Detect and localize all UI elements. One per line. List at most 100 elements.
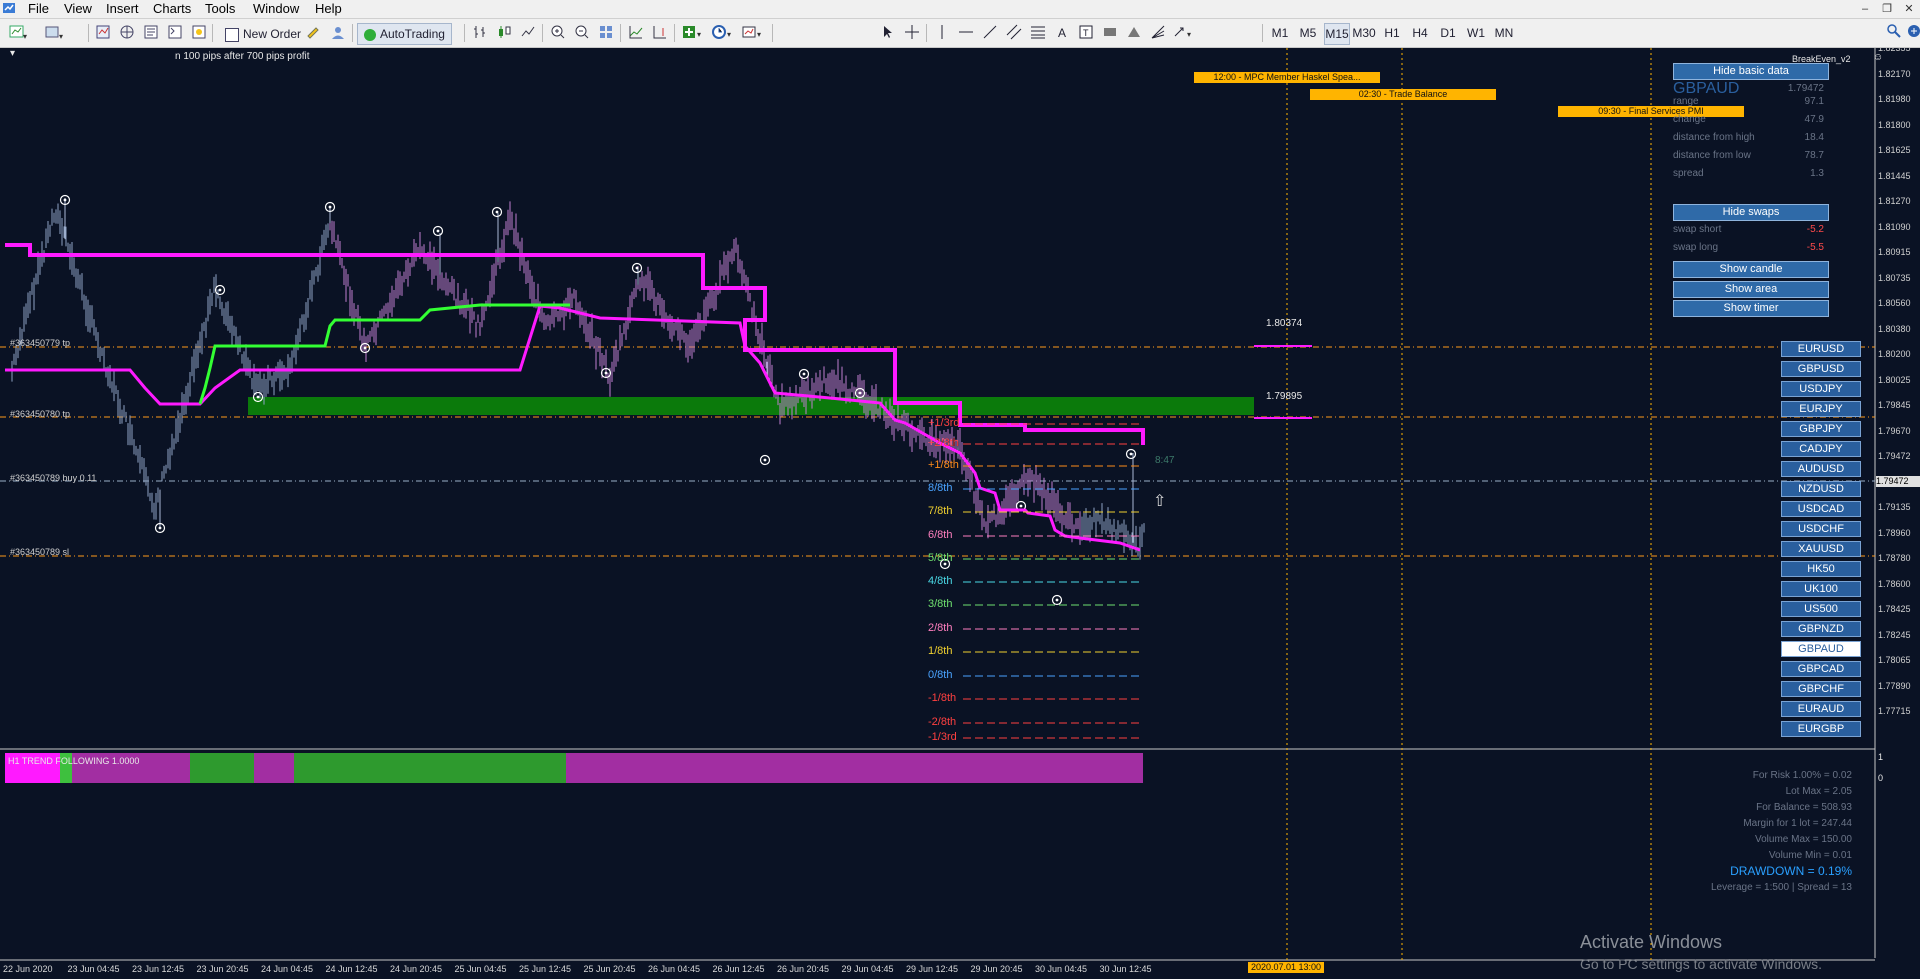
channel-icon[interactable] xyxy=(1004,23,1024,43)
chart-window[interactable]: n 100 pips after 700 pips profit BreakEv… xyxy=(0,48,1920,979)
pair-button-gbpcad[interactable]: GBPCAD xyxy=(1781,661,1861,677)
fractal-dot xyxy=(635,266,639,270)
tf-m30[interactable]: M30 xyxy=(1352,23,1376,43)
tf-m5[interactable]: M5 xyxy=(1298,23,1318,43)
pair-button-hk50[interactable]: HK50 xyxy=(1781,561,1861,577)
rectangle-icon[interactable] xyxy=(1100,23,1120,43)
trendline-icon[interactable] xyxy=(980,23,1000,43)
price-axis-label: 1.79670 xyxy=(1878,425,1911,436)
menu-file[interactable]: File xyxy=(28,1,49,16)
profiles-icon[interactable]: ▾ xyxy=(44,23,64,43)
navigator-icon[interactable] xyxy=(141,23,161,43)
info-dist-high-value: 18.4 xyxy=(1804,132,1824,143)
pair-button-gbpaud[interactable]: GBPAUD xyxy=(1781,641,1861,657)
show-timer-button[interactable]: Show timer xyxy=(1673,300,1829,317)
pair-button-euraud[interactable]: EURAUD xyxy=(1781,701,1861,717)
new-order-button[interactable]: New Order xyxy=(218,23,308,45)
tf-w1[interactable]: W1 xyxy=(1466,23,1486,43)
show-area-button[interactable]: Show area xyxy=(1673,281,1829,298)
restore-icon[interactable]: ❐ xyxy=(1876,0,1898,18)
vertical-line-icon[interactable] xyxy=(932,23,952,43)
menu-tools[interactable]: Tools xyxy=(205,1,235,16)
menu-window[interactable]: Window xyxy=(253,1,299,16)
fibo-fan-icon[interactable] xyxy=(1148,23,1168,43)
line-chart-icon[interactable] xyxy=(518,23,538,43)
tf-mn[interactable]: MN xyxy=(1494,23,1514,43)
text-label-icon[interactable]: T xyxy=(1076,23,1096,43)
cursor-icon[interactable] xyxy=(878,23,898,43)
data-window-icon[interactable] xyxy=(117,23,137,43)
metaeditor-icon[interactable] xyxy=(304,23,324,43)
zoom-in-icon[interactable] xyxy=(548,23,568,43)
pair-button-usdjpy[interactable]: USDJPY xyxy=(1781,381,1861,397)
pair-button-uk100[interactable]: UK100 xyxy=(1781,581,1861,597)
event-pmi[interactable]: 09:30 - Final Services PMI xyxy=(1558,106,1744,117)
tf-h4[interactable]: H4 xyxy=(1410,23,1430,43)
time-axis-label: 25 Jun 12:45 xyxy=(519,964,572,974)
text-tool-icon[interactable]: A xyxy=(1052,23,1072,43)
community-icon[interactable] xyxy=(1904,23,1920,43)
periods-icon[interactable]: ▾ xyxy=(710,23,736,43)
tf-h1[interactable]: H1 xyxy=(1382,23,1402,43)
autotrading-button[interactable]: AutoTrading xyxy=(357,23,452,45)
risk-line3: For Balance = 508.93 xyxy=(1756,802,1852,813)
pair-button-audusd[interactable]: AUDUSD xyxy=(1781,461,1861,477)
minimize-icon[interactable]: – xyxy=(1854,0,1876,18)
terminal-icon[interactable] xyxy=(165,23,185,43)
menu-help[interactable]: Help xyxy=(315,1,342,16)
tf-m1[interactable]: M1 xyxy=(1270,23,1290,43)
crosshair-icon[interactable] xyxy=(902,23,922,43)
search-icon[interactable] xyxy=(1884,23,1904,43)
chart-menu-icon[interactable]: ▾ xyxy=(10,48,15,59)
tf-d1[interactable]: D1 xyxy=(1438,23,1458,43)
tile-windows-icon[interactable] xyxy=(596,23,616,43)
bar-chart-icon[interactable] xyxy=(470,23,490,43)
pair-button-nzdusd[interactable]: NZDUSD xyxy=(1781,481,1861,497)
symbol-price: 1.79472 xyxy=(1787,83,1824,94)
current-price-label: 1.79472 xyxy=(1876,476,1920,487)
templates-icon[interactable]: ▾ xyxy=(740,23,766,43)
hide-swaps-button[interactable]: Hide swaps xyxy=(1673,204,1829,221)
zoom-out-icon[interactable] xyxy=(572,23,592,43)
pair-button-xauusd[interactable]: XAUUSD xyxy=(1781,541,1861,557)
close-icon[interactable]: ✕ xyxy=(1898,0,1920,18)
candle-timer: 8:47 xyxy=(1155,455,1175,466)
arrows-icon[interactable]: ▾ xyxy=(1172,23,1198,43)
chart-shift-icon[interactable] xyxy=(650,23,670,43)
show-candle-button[interactable]: Show candle xyxy=(1673,261,1829,278)
toolbar: ▾ ▾ New Order AutoTrading ▾ ▾ ▾ A T ▾ M1… xyxy=(0,19,1920,48)
pair-button-gbpchf[interactable]: GBPCHF xyxy=(1781,681,1861,697)
pair-button-gbpjpy[interactable]: GBPJPY xyxy=(1781,421,1861,437)
pair-button-usdcad[interactable]: USDCAD xyxy=(1781,501,1861,517)
price-chart[interactable] xyxy=(0,48,1920,979)
event-mpc[interactable]: 12:00 - MPC Member Haskel Spea... xyxy=(1194,72,1380,83)
pair-button-cadjpy[interactable]: CADJPY xyxy=(1781,441,1861,457)
pair-button-gbpusd[interactable]: GBPUSD xyxy=(1781,361,1861,377)
indicators-icon[interactable]: ▾ xyxy=(680,23,706,43)
triangle-icon[interactable] xyxy=(1124,23,1144,43)
menu-insert[interactable]: Insert xyxy=(106,1,139,16)
menu-charts[interactable]: Charts xyxy=(153,1,191,16)
pair-button-eurusd[interactable]: EURUSD xyxy=(1781,341,1861,357)
price-axis-label: 1.79845 xyxy=(1878,400,1911,410)
strategy-tester-icon[interactable] xyxy=(189,23,209,43)
fractal-dot xyxy=(1129,452,1133,456)
event-trade-balance[interactable]: 02:30 - Trade Balance xyxy=(1310,89,1496,100)
candlestick-icon[interactable] xyxy=(494,23,514,43)
hide-basic-data-button[interactable]: Hide basic data xyxy=(1673,63,1829,80)
pair-button-eurjpy[interactable]: EURJPY xyxy=(1781,401,1861,417)
autoscroll-icon[interactable] xyxy=(626,23,646,43)
tf-m15[interactable]: M15 xyxy=(1324,23,1350,45)
fibonacci-icon[interactable] xyxy=(1028,23,1048,43)
menu-view[interactable]: View xyxy=(64,1,92,16)
new-order-icon xyxy=(225,27,239,42)
pair-button-gbpnzd[interactable]: GBPNZD xyxy=(1781,621,1861,637)
pair-button-us500[interactable]: US500 xyxy=(1781,601,1861,617)
horizontal-line-icon[interactable] xyxy=(956,23,976,43)
new-order-label: New Order xyxy=(243,27,302,41)
pair-button-eurgbp[interactable]: EURGBP xyxy=(1781,721,1861,737)
pair-button-usdchf[interactable]: USDCHF xyxy=(1781,521,1861,537)
experts-icon[interactable] xyxy=(328,23,348,43)
market-watch-icon[interactable] xyxy=(93,23,113,43)
new-chart-icon[interactable]: ▾ xyxy=(8,23,28,43)
